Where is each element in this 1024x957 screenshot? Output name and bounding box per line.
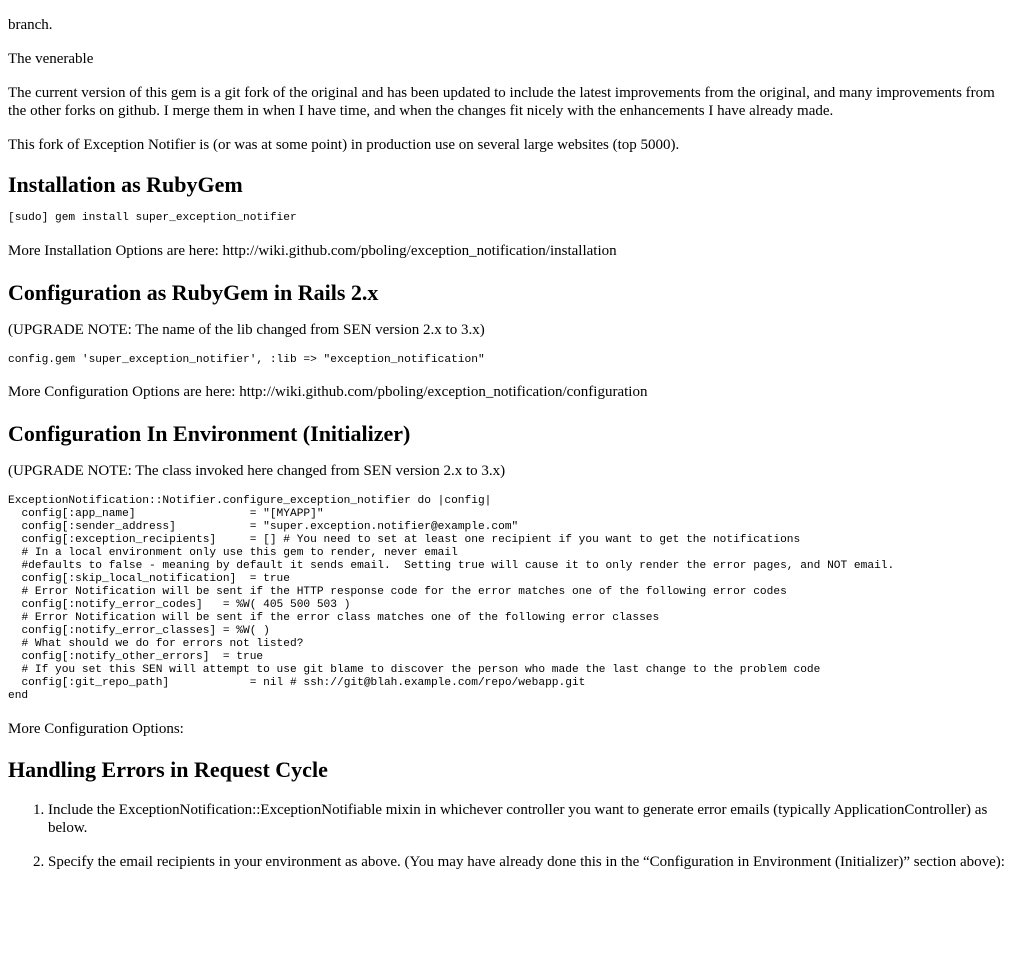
configuration-env-heading: Configuration In Environment (Initialize… <box>8 421 411 446</box>
configuration-env-more-options: More Configuration Options: <box>8 721 184 737</box>
configuration-env-upgrade-note: (UPGRADE NOTE: The class invoked here ch… <box>8 463 506 479</box>
branch-line: branch. <box>8 17 53 33</box>
list-item: Include the ExceptionNotification::Excep… <box>48 801 1008 837</box>
current-version-paragraph: The current version of this gem is a git… <box>8 85 995 119</box>
configuration-gem-upgrade-note: (UPGRADE NOTE: The name of the lib chang… <box>8 322 485 338</box>
installation-heading: Installation as RubyGem <box>8 172 243 197</box>
installation-code: [sudo] gem install super_exception_notif… <box>8 212 297 224</box>
configuration-env-code: ExceptionNotification::Notifier.configur… <box>8 495 895 702</box>
venerable-line: The venerable <box>8 51 94 67</box>
handling-steps-list: Include the ExceptionNotification::Excep… <box>8 801 1008 871</box>
production-use-paragraph: This fork of Exception Notifier is (or w… <box>8 137 680 153</box>
installation-more-options: More Installation Options are here: http… <box>8 243 617 259</box>
handling-errors-heading: Handling Errors in Request Cycle <box>8 757 328 782</box>
configuration-gem-more-options: More Configuration Options are here: htt… <box>8 384 648 400</box>
document-body: branch. The venerable The current versio… <box>8 16 1008 871</box>
configuration-gem-code: config.gem 'super_exception_notifier', :… <box>8 354 485 366</box>
configuration-gem-heading: Configuration as RubyGem in Rails 2.x <box>8 280 379 305</box>
list-item: Specify the email recipients in your env… <box>48 853 1008 871</box>
